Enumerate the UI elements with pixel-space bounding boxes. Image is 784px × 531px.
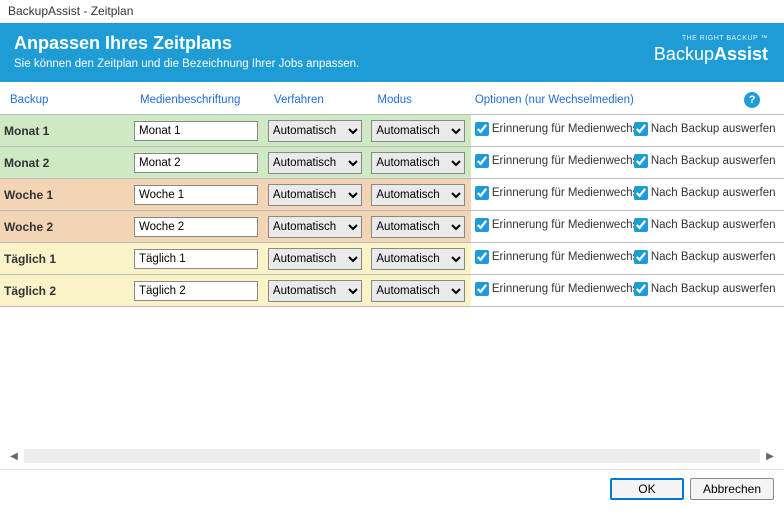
verfahren-select[interactable]: Automatisch [268, 280, 362, 302]
erinnerung-checkbox-input[interactable] [475, 154, 489, 168]
verfahren-select[interactable]: Automatisch [268, 120, 362, 142]
media-label-input[interactable] [134, 281, 258, 301]
auswerfen-checkbox[interactable]: Nach Backup auswerfen [634, 186, 776, 200]
table-row: Täglich 2 Automatisch Automatisch Erinnerun… [0, 275, 784, 307]
scroll-track[interactable] [24, 449, 760, 463]
verfahren-select[interactable]: Automatisch [268, 248, 362, 270]
table-row: Monat 1 Automatisch Automatisch Erinnerung … [0, 115, 784, 147]
scroll-right-button[interactable]: ▶ [762, 448, 778, 464]
backup-name: Täglich 1 [0, 243, 130, 275]
auswerfen-label: Nach Backup auswerfen [651, 123, 776, 135]
auswerfen-label: Nach Backup auswerfen [651, 187, 776, 199]
erinnerung-checkbox[interactable]: Erinnerung für Medienwechsel [475, 154, 634, 168]
media-label-input[interactable] [134, 153, 258, 173]
erinnerung-checkbox-input[interactable] [475, 250, 489, 264]
media-label-input[interactable] [134, 185, 258, 205]
help-icon[interactable]: ? [744, 92, 760, 108]
modus-select[interactable]: Automatisch [371, 152, 465, 174]
auswerfen-label: Nach Backup auswerfen [651, 219, 776, 231]
content-area: Backup Medienbeschriftung Verfahren Modu… [0, 82, 784, 307]
table-row: Monat 2 Automatisch Automatisch Erinnerung … [0, 147, 784, 179]
table-row: Täglich 1 Automatisch Automatisch Erinnerun… [0, 243, 784, 275]
erinnerung-checkbox[interactable]: Erinnerung für Medienwechsel [475, 250, 634, 264]
auswerfen-checkbox[interactable]: Nach Backup auswerfen [634, 250, 776, 264]
window-title: BackupAssist - Zeitplan [0, 0, 784, 23]
auswerfen-checkbox-input[interactable] [634, 218, 648, 232]
erinnerung-label: Erinnerung für Medienwechsel [492, 251, 634, 263]
media-label-input[interactable] [134, 217, 258, 237]
auswerfen-label: Nach Backup auswerfen [651, 283, 776, 295]
col-optionen: Optionen (nur Wechselmedien) [471, 86, 734, 115]
erinnerung-checkbox[interactable]: Erinnerung für Medienwechsel [475, 122, 634, 136]
window: BackupAssist - Zeitplan Anpassen Ihres Z… [0, 0, 784, 508]
backup-name: Monat 1 [0, 115, 130, 147]
col-backup: Backup [0, 86, 130, 115]
header-band: Anpassen Ihres Zeitplans Sie können den … [0, 23, 784, 82]
auswerfen-checkbox-input[interactable] [634, 122, 648, 136]
auswerfen-checkbox[interactable]: Nach Backup auswerfen [634, 218, 776, 232]
cancel-button[interactable]: Abbrechen [690, 478, 774, 500]
backup-name: Monat 2 [0, 147, 130, 179]
auswerfen-checkbox-input[interactable] [634, 186, 648, 200]
auswerfen-checkbox[interactable]: Nach Backup auswerfen [634, 154, 776, 168]
auswerfen-label: Nach Backup auswerfen [651, 155, 776, 167]
horizontal-scrollbar[interactable]: ◀ ▶ [6, 447, 778, 465]
modus-select[interactable]: Automatisch [371, 216, 465, 238]
erinnerung-checkbox[interactable]: Erinnerung für Medienwechsel [475, 218, 634, 232]
media-label-input[interactable] [134, 121, 258, 141]
brand-name-part2: Assist [714, 44, 768, 64]
col-modus: Modus [367, 86, 470, 115]
modus-select[interactable]: Automatisch [371, 120, 465, 142]
auswerfen-checkbox[interactable]: Nach Backup auswerfen [634, 282, 776, 296]
ok-button[interactable]: OK [610, 478, 684, 500]
verfahren-select[interactable]: Automatisch [268, 216, 362, 238]
scroll-left-button[interactable]: ◀ [6, 448, 22, 464]
backup-name: Woche 1 [0, 179, 130, 211]
erinnerung-checkbox-input[interactable] [475, 122, 489, 136]
erinnerung-checkbox-input[interactable] [475, 282, 489, 296]
erinnerung-label: Erinnerung für Medienwechsel [492, 219, 634, 231]
erinnerung-checkbox-input[interactable] [475, 186, 489, 200]
auswerfen-label: Nach Backup auswerfen [651, 251, 776, 263]
schedule-table: Backup Medienbeschriftung Verfahren Modu… [0, 86, 784, 307]
erinnerung-checkbox-input[interactable] [475, 218, 489, 232]
auswerfen-checkbox[interactable]: Nach Backup auswerfen [634, 122, 776, 136]
footer-bar: OK Abbrechen [0, 469, 784, 508]
brand-name-part1: Backup [654, 44, 714, 64]
erinnerung-checkbox[interactable]: Erinnerung für Medienwechsel [475, 186, 634, 200]
auswerfen-checkbox-input[interactable] [634, 154, 648, 168]
erinnerung-label: Erinnerung für Medienwechsel [492, 155, 634, 167]
auswerfen-checkbox-input[interactable] [634, 282, 648, 296]
brand-logo: THE RIGHT BACKUP ™ BackupAssist [654, 35, 768, 65]
backup-name: Täglich 2 [0, 275, 130, 307]
erinnerung-checkbox[interactable]: Erinnerung für Medienwechsel [475, 282, 634, 296]
modus-select[interactable]: Automatisch [371, 184, 465, 206]
col-verfahren: Verfahren [264, 86, 367, 115]
col-medien: Medienbeschriftung [130, 86, 264, 115]
erinnerung-label: Erinnerung für Medienwechsel [492, 187, 634, 199]
verfahren-select[interactable]: Automatisch [268, 184, 362, 206]
erinnerung-label: Erinnerung für Medienwechsel [492, 283, 634, 295]
modus-select[interactable]: Automatisch [371, 248, 465, 270]
auswerfen-checkbox-input[interactable] [634, 250, 648, 264]
table-row: Woche 1 Automatisch Automatisch Erinnerung … [0, 179, 784, 211]
table-row: Woche 2 Automatisch Automatisch Erinnerung … [0, 211, 784, 243]
media-label-input[interactable] [134, 249, 258, 269]
erinnerung-label: Erinnerung für Medienwechsel [492, 123, 634, 135]
brand-tagline: THE RIGHT BACKUP ™ [654, 35, 768, 42]
modus-select[interactable]: Automatisch [371, 280, 465, 302]
verfahren-select[interactable]: Automatisch [268, 152, 362, 174]
backup-name: Woche 2 [0, 211, 130, 243]
